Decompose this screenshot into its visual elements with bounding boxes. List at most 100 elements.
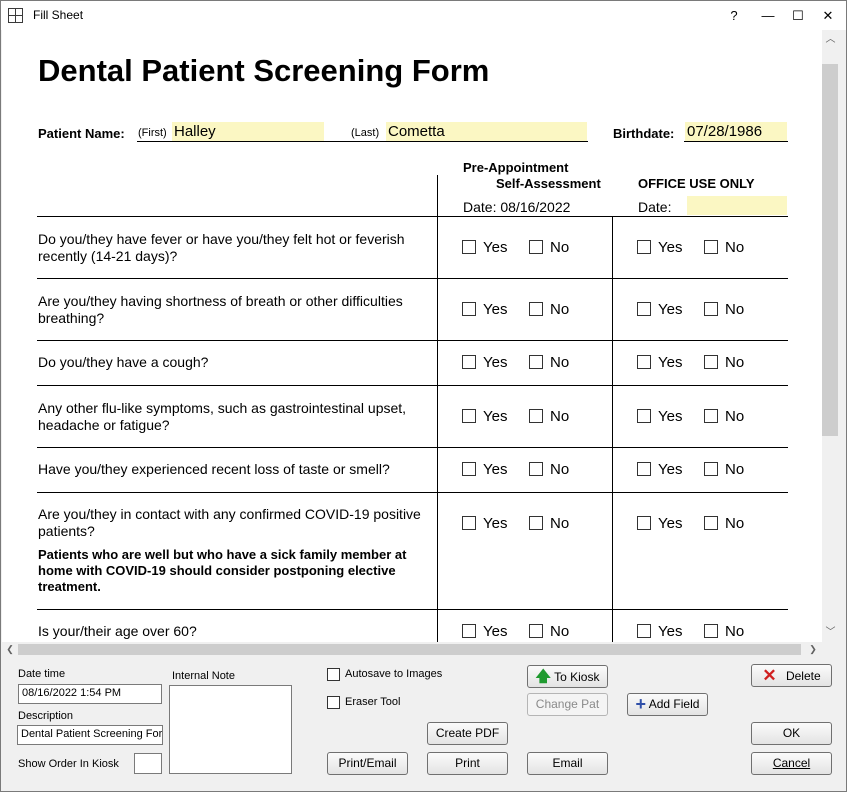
minimize-button[interactable]: — xyxy=(753,1,783,30)
first-name-label: (First) xyxy=(138,127,167,139)
window-title: Fill Sheet xyxy=(33,8,84,22)
patient-name-label: Patient Name: xyxy=(38,126,125,141)
self-no-checkbox[interactable] xyxy=(529,516,543,530)
autosave-label: Autosave to Images xyxy=(345,668,443,680)
form-title: Dental Patient Screening Form xyxy=(38,53,490,88)
no-label: No xyxy=(725,239,745,256)
print-button[interactable]: Print xyxy=(427,752,508,775)
scroll-right-icon[interactable]: ❯ xyxy=(807,643,819,655)
no-label: No xyxy=(725,354,745,371)
self-yes-checkbox[interactable] xyxy=(462,240,476,254)
office-yes-checkbox[interactable] xyxy=(637,624,651,638)
self-no-checkbox[interactable] xyxy=(529,624,543,638)
column-divider xyxy=(612,216,613,642)
vertical-scroll-thumb[interactable] xyxy=(822,64,838,436)
sheet-canvas[interactable]: Dental Patient Screening Form Patient Na… xyxy=(2,30,822,642)
office-yes-checkbox[interactable] xyxy=(637,462,651,476)
no-label: No xyxy=(550,354,570,371)
office-yes-checkbox[interactable] xyxy=(637,516,651,530)
yes-label: Yes xyxy=(658,408,683,425)
to-kiosk-button[interactable]: 🡅 To Kiosk xyxy=(527,665,608,688)
horizontal-scrollbar[interactable]: ❮ ❯ xyxy=(2,642,822,657)
title-bar: Fill Sheet ? — ☐ ✕ xyxy=(1,1,846,30)
question-fever: Do you/they have fever or have you/they … xyxy=(38,231,405,264)
no-label: No xyxy=(550,301,570,318)
add-field-label: Add Field xyxy=(648,697,700,711)
up-arrow-icon: 🡅 xyxy=(535,668,551,685)
office-no-checkbox[interactable] xyxy=(704,355,718,369)
scroll-left-icon[interactable]: ❮ xyxy=(4,643,16,655)
eraser-checkbox[interactable] xyxy=(327,696,340,709)
self-yes-checkbox[interactable] xyxy=(462,302,476,316)
self-yes-checkbox[interactable] xyxy=(462,409,476,423)
yes-label: Yes xyxy=(658,354,683,371)
self-no-checkbox[interactable] xyxy=(529,462,543,476)
show-order-input[interactable] xyxy=(134,753,162,774)
scroll-down-icon[interactable]: ﹀ xyxy=(825,627,836,638)
create-pdf-button[interactable]: Create PDF xyxy=(427,722,508,745)
last-name-label: (Last) xyxy=(351,127,380,139)
change-pat-button[interactable]: Change Pat xyxy=(527,693,608,716)
office-no-checkbox[interactable] xyxy=(704,409,718,423)
last-name-field[interactable]: Cometta xyxy=(386,122,587,141)
eraser-label: Eraser Tool xyxy=(345,696,401,708)
office-no-checkbox[interactable] xyxy=(704,302,718,316)
self-yes-checkbox[interactable] xyxy=(462,355,476,369)
row-divider xyxy=(37,609,788,610)
close-button[interactable]: ✕ xyxy=(813,1,843,30)
yes-label: Yes xyxy=(483,354,508,371)
plus-icon: + xyxy=(635,694,647,714)
birthdate-field[interactable]: 07/28/1986 xyxy=(685,122,787,141)
self-no-checkbox[interactable] xyxy=(529,240,543,254)
first-name-field[interactable]: Halley xyxy=(172,122,324,141)
add-field-button[interactable]: + Add Field xyxy=(627,693,708,716)
fill-sheet-window: Fill Sheet ? — ☐ ✕ Dental Patient Screen… xyxy=(0,0,847,792)
internal-note-textarea[interactable] xyxy=(169,685,292,774)
self-no-checkbox[interactable] xyxy=(529,355,543,369)
office-yes-checkbox[interactable] xyxy=(637,355,651,369)
office-date-field[interactable] xyxy=(687,196,787,215)
maximize-button[interactable]: ☐ xyxy=(783,1,813,30)
office-no-checkbox[interactable] xyxy=(704,462,718,476)
delete-button[interactable]: ✕ Delete xyxy=(751,664,832,687)
office-no-checkbox[interactable] xyxy=(704,624,718,638)
scroll-up-icon[interactable]: ︿ xyxy=(825,34,836,45)
self-assessment-heading: Self-Assessment xyxy=(496,176,601,191)
yes-label: Yes xyxy=(658,301,683,318)
no-label: No xyxy=(550,623,570,640)
question-taste-smell: Have you/they experienced recent loss of… xyxy=(38,461,390,477)
horizontal-scroll-thumb[interactable] xyxy=(18,644,801,655)
office-no-checkbox[interactable] xyxy=(704,516,718,530)
no-label: No xyxy=(725,623,745,640)
self-yes-checkbox[interactable] xyxy=(462,516,476,530)
row-divider xyxy=(37,447,788,448)
office-yes-checkbox[interactable] xyxy=(637,240,651,254)
print-email-button[interactable]: Print/Email xyxy=(327,752,408,775)
no-label: No xyxy=(725,301,745,318)
row-divider xyxy=(37,278,788,279)
question-covid-contact: Are you/they in contact with any confirm… xyxy=(38,506,421,539)
office-yes-checkbox[interactable] xyxy=(637,302,651,316)
email-button[interactable]: Email xyxy=(527,752,608,775)
self-yes-checkbox[interactable] xyxy=(462,462,476,476)
yes-label: Yes xyxy=(483,515,508,532)
self-no-checkbox[interactable] xyxy=(529,409,543,423)
delete-label: Delete xyxy=(785,669,821,683)
cancel-button[interactable]: Cancel xyxy=(751,752,832,775)
office-no-checkbox[interactable] xyxy=(704,240,718,254)
help-button[interactable]: ? xyxy=(719,1,749,30)
no-label: No xyxy=(725,515,745,532)
ok-button[interactable]: OK xyxy=(751,722,832,745)
date-time-input[interactable]: 08/16/2022 1:54 PM xyxy=(18,684,162,704)
autosave-checkbox[interactable] xyxy=(327,668,340,681)
description-input[interactable]: Dental Patient Screening Form xyxy=(17,725,163,745)
row-divider xyxy=(37,340,788,341)
no-label: No xyxy=(550,515,570,532)
question-flu-symptoms: Any other flu-like symptoms, such as gas… xyxy=(38,400,407,433)
self-yes-checkbox[interactable] xyxy=(462,624,476,638)
office-yes-checkbox[interactable] xyxy=(637,409,651,423)
last-name-underline xyxy=(349,141,588,142)
vertical-scrollbar[interactable]: ︿ ﹀ xyxy=(822,30,839,642)
self-no-checkbox[interactable] xyxy=(529,302,543,316)
date-time-label: Date time xyxy=(18,668,66,680)
